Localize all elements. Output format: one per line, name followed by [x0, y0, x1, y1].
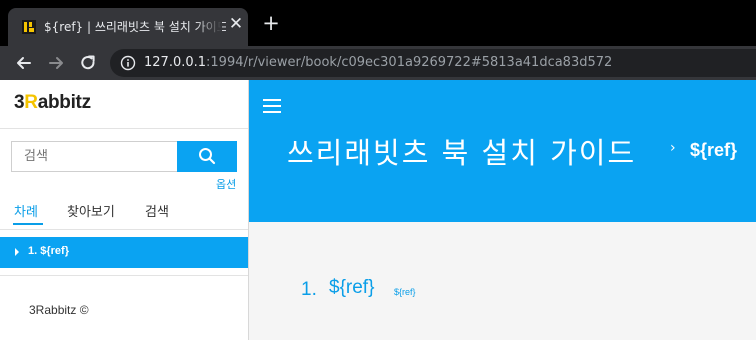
tab-strip: ${ref} | 쓰리래빗츠 북 설치 가이드 ✕ +: [0, 0, 756, 46]
divider: [0, 229, 248, 230]
expand-caret-icon[interactable]: [15, 248, 19, 256]
divider: [0, 128, 248, 129]
tab-contents[interactable]: 차례: [14, 201, 38, 220]
logo-prefix: 3: [14, 92, 25, 113]
new-tab-button[interactable]: +: [262, 13, 280, 34]
logo-r: R: [24, 92, 38, 113]
book-title: 쓰리래빗츠 북 설치 가이드: [287, 136, 637, 170]
section-number: 1.: [301, 279, 317, 300]
url-host: 127.0.0.1: [144, 55, 207, 70]
search-input[interactable]: [11, 141, 177, 172]
info-icon[interactable]: [120, 55, 136, 71]
web-page: 3Rabbitz 옵션 차례 찾아보기 검색 1. ${ref} 3Rabbit…: [0, 80, 756, 340]
browser-tab[interactable]: ${ref} | 쓰리래빗츠 북 설치 가이드 ✕: [8, 8, 248, 46]
toc-item-label: 1. ${ref}: [28, 245, 69, 257]
forward-arrow-icon[interactable]: [46, 53, 66, 73]
footer-copyright: 3Rabbitz ©: [29, 303, 89, 317]
toc-item-1[interactable]: 1. ${ref}: [0, 237, 248, 268]
divider: [0, 275, 248, 276]
sidebar: 3Rabbitz 옵션 차례 찾아보기 검색 1. ${ref} 3Rabbit…: [0, 80, 249, 340]
chevron-right-icon: ›: [670, 140, 676, 156]
tab-search[interactable]: 검색: [145, 201, 169, 220]
section-title: ${ref}: [329, 277, 375, 298]
tab-close-icon[interactable]: ✕: [228, 16, 244, 33]
options-link[interactable]: 옵션: [216, 176, 236, 192]
rabbit-favicon-icon: [22, 20, 36, 34]
main-content: 쓰리래빗츠 북 설치 가이드 › ${ref} 1. ${ref} ${ref}: [249, 80, 756, 340]
breadcrumb[interactable]: ${ref}: [690, 140, 737, 161]
reload-icon[interactable]: [78, 53, 98, 73]
section-ref-tag: ${ref}: [394, 287, 416, 297]
book-header: 쓰리래빗츠 북 설치 가이드 › ${ref}: [249, 80, 756, 222]
menu-icon[interactable]: [263, 99, 281, 113]
search-icon: [199, 148, 216, 165]
active-tab-indicator: [13, 223, 43, 225]
search-button[interactable]: [177, 141, 237, 172]
tab-title-fade: [196, 14, 222, 38]
address-bar[interactable]: 127.0.0.1:1994/r/viewer/book/c09ec301a92…: [110, 49, 756, 77]
browser-toolbar: 127.0.0.1:1994/r/viewer/book/c09ec301a92…: [0, 46, 756, 80]
logo-suffix: abbitz: [37, 92, 91, 113]
url-path: :1994/r/viewer/book/c09ec301a9269722#581…: [206, 55, 613, 70]
back-arrow-icon[interactable]: [14, 53, 34, 73]
logo[interactable]: 3Rabbitz: [14, 92, 91, 114]
url-text: 127.0.0.1:1994/r/viewer/book/c09ec301a92…: [144, 55, 612, 70]
tab-index[interactable]: 찾아보기: [67, 201, 115, 220]
browser-window: ${ref} | 쓰리래빗츠 북 설치 가이드 ✕ + 127.0.0.1:19…: [0, 0, 756, 340]
